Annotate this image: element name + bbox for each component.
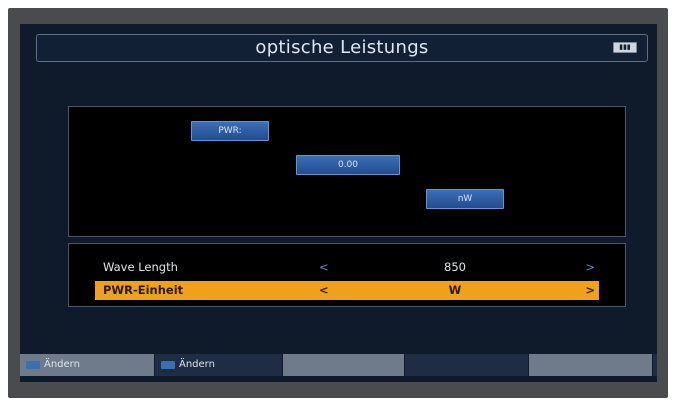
setting-value: 850 <box>444 260 466 274</box>
chevron-left-icon[interactable]: < <box>319 258 329 277</box>
softkey-label: Ändern <box>44 359 80 370</box>
key-icon <box>161 361 175 369</box>
softkey-bar: Ändern Ändern <box>20 354 657 376</box>
softkey-f2[interactable]: Ändern <box>155 354 283 376</box>
key-icon <box>26 361 40 369</box>
softkey-f5[interactable] <box>529 354 653 376</box>
softkey-f6[interactable] <box>653 354 657 376</box>
softkey-f3[interactable] <box>283 354 405 376</box>
page-title: optische Leistungs <box>255 37 429 58</box>
softkey-f1[interactable]: Ändern <box>20 354 155 376</box>
setting-label: PWR-Einheit <box>103 283 184 297</box>
measurement-panel: PWR: 0.00 nW <box>68 106 626 237</box>
softkey-label: Ändern <box>179 359 215 370</box>
settings-list: Wave Length < 850 > PWR-Einheit < W > <box>68 243 626 307</box>
setting-row-pwr-einheit[interactable]: PWR-Einheit < W > <box>95 281 599 300</box>
chevron-right-icon[interactable]: > <box>585 258 595 277</box>
title-bar: optische Leistungs ▮▮▮ <box>36 34 648 62</box>
softkey-f4[interactable] <box>405 354 529 376</box>
pwr-label-chip: PWR: <box>191 121 269 141</box>
chevron-right-icon[interactable]: > <box>585 281 595 300</box>
battery-icon: ▮▮▮ <box>613 42 637 53</box>
setting-row-wave-length[interactable]: Wave Length < 850 > <box>95 258 599 277</box>
setting-value: W <box>448 283 462 297</box>
power-unit-chip: nW <box>426 189 504 209</box>
chevron-left-icon[interactable]: < <box>319 281 329 300</box>
setting-label: Wave Length <box>103 260 178 274</box>
screen: optische Leistungs ▮▮▮ PWR: 0.00 nW Wave… <box>20 24 657 382</box>
power-value-chip: 0.00 <box>296 155 400 175</box>
